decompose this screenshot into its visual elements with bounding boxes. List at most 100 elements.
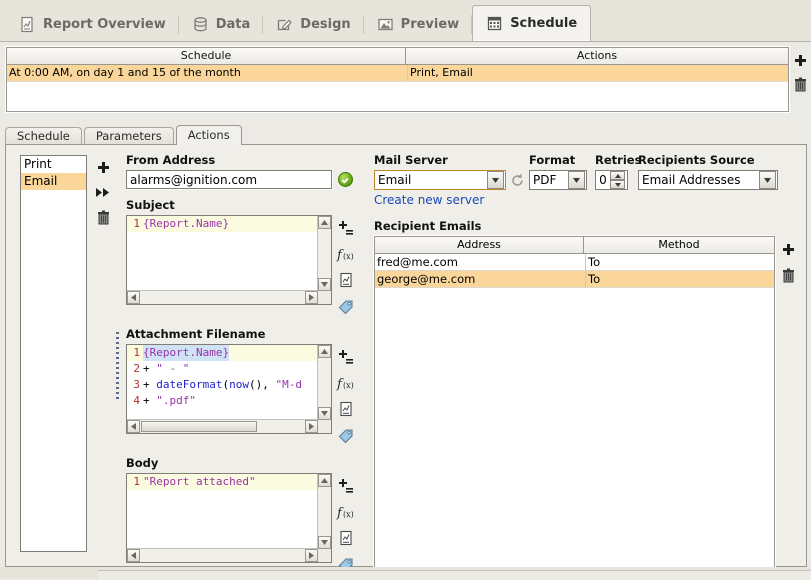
column-header-address[interactable]: Address xyxy=(375,237,584,253)
code-line: 3+ dateFormat(now(), "M-d xyxy=(127,377,318,393)
stepper-down-icon[interactable] xyxy=(610,180,625,189)
scroll-right-arrow-icon[interactable] xyxy=(305,420,318,433)
action-list[interactable]: Print Email xyxy=(20,155,87,552)
tab-data[interactable]: Data xyxy=(179,8,264,41)
attachment-filename-editor-text[interactable]: 1{Report.Name} 2+ " - " 3+ dateFormat(no… xyxy=(127,345,318,420)
subject-editor-text[interactable]: 1{Report.Name} xyxy=(127,216,318,291)
function-icon[interactable]: f(x) xyxy=(335,370,357,396)
code-token: + xyxy=(143,393,156,409)
scroll-left-arrow-icon[interactable] xyxy=(127,420,140,433)
insert-property-icon[interactable] xyxy=(335,344,357,370)
tab-label: Design xyxy=(300,17,350,32)
delivery-settings-column: Mail Server Email Create new server xyxy=(374,153,798,568)
recipients-source-label: Recipients Source xyxy=(638,153,780,167)
scroll-left-arrow-icon[interactable] xyxy=(127,291,140,304)
mail-server-select[interactable]: Email xyxy=(374,170,506,190)
expression-icon[interactable] xyxy=(335,267,357,293)
expression-icon[interactable] xyxy=(335,525,357,551)
retries-stepper[interactable]: 0 xyxy=(595,170,628,190)
code-line: 1"Report attached" xyxy=(127,474,318,490)
tab-report-overview[interactable]: Report Overview xyxy=(6,8,179,41)
subject-editor[interactable]: 1{Report.Name} xyxy=(126,215,332,305)
subject-vertical-scrollbar[interactable] xyxy=(317,216,331,291)
attachment-horizontal-scrollbar[interactable] xyxy=(127,419,318,433)
refresh-icon[interactable] xyxy=(510,173,525,188)
actions-panel: Print Email From Address alarms@ignition… xyxy=(5,144,807,567)
from-address-input[interactable]: alarms@ignition.com xyxy=(126,170,332,189)
from-address-label: From Address xyxy=(126,153,358,167)
scroll-right-arrow-icon[interactable] xyxy=(305,291,318,304)
expression-icon[interactable] xyxy=(335,396,357,422)
code-line: 2+ " - " xyxy=(127,361,318,377)
move-action-button[interactable] xyxy=(92,180,114,205)
function-icon[interactable]: f(x) xyxy=(335,499,357,525)
recipients-source-select[interactable]: Email Addresses xyxy=(638,170,778,190)
scroll-right-arrow-icon[interactable] xyxy=(305,549,318,562)
schedule-table[interactable]: Schedule Actions At 0:00 AM, on day 1 an… xyxy=(6,47,789,112)
attachment-vertical-scrollbar[interactable] xyxy=(317,345,331,420)
tab-design[interactable]: Design xyxy=(263,8,363,41)
body-editor[interactable]: 1"Report attached" xyxy=(126,473,332,563)
column-header-actions[interactable]: Actions xyxy=(406,48,788,64)
recipient-emails-table[interactable]: Address Method fred@me.com To george@me.… xyxy=(374,236,775,568)
delete-schedule-button[interactable] xyxy=(791,72,809,96)
scroll-left-arrow-icon[interactable] xyxy=(127,549,140,562)
table-row[interactable]: fred@me.com To xyxy=(375,254,774,271)
body-horizontal-scrollbar[interactable] xyxy=(127,548,318,562)
delete-recipient-button[interactable] xyxy=(778,262,798,288)
add-schedule-button[interactable] xyxy=(791,48,809,72)
tab-schedule[interactable]: Schedule xyxy=(472,5,591,41)
format-select[interactable]: PDF xyxy=(529,170,587,190)
function-icon[interactable]: f(x) xyxy=(335,241,357,267)
stepper-up-icon[interactable] xyxy=(610,171,625,180)
schedule-table-toolbar xyxy=(791,48,809,96)
body-label: Body xyxy=(126,456,358,470)
main-tab-bar: Report Overview Data Design xyxy=(0,0,811,42)
table-row[interactable]: At 0:00 AM, on day 1 and 15 of the month… xyxy=(7,65,788,82)
body-editor-text[interactable]: 1"Report attached" xyxy=(127,474,318,549)
subject-horizontal-scrollbar[interactable] xyxy=(127,290,318,304)
column-header-schedule[interactable]: Schedule xyxy=(7,48,406,64)
panel-splitter-handle[interactable] xyxy=(116,332,119,400)
tag-icon[interactable] xyxy=(335,422,357,448)
scroll-down-arrow-icon[interactable] xyxy=(318,536,331,549)
mail-server-label: Mail Server xyxy=(374,153,529,167)
line-number: 4 xyxy=(127,393,143,409)
add-recipient-button[interactable] xyxy=(778,236,798,262)
horizontal-scroll-thumb[interactable] xyxy=(141,421,257,432)
subject-editor-tools: f(x) xyxy=(335,215,357,319)
body-vertical-scrollbar[interactable] xyxy=(317,474,331,549)
insert-property-icon[interactable] xyxy=(335,473,357,499)
line-number: 1 xyxy=(127,474,143,490)
insert-property-icon[interactable] xyxy=(335,215,357,241)
scroll-up-arrow-icon[interactable] xyxy=(318,216,331,229)
list-item[interactable]: Email xyxy=(21,173,86,190)
chevron-down-icon[interactable] xyxy=(568,171,585,189)
scroll-down-arrow-icon[interactable] xyxy=(318,407,331,420)
code-token: "Report attached" xyxy=(143,474,256,490)
cell-method: To xyxy=(586,254,774,270)
scroll-up-arrow-icon[interactable] xyxy=(318,474,331,487)
recipient-emails-label: Recipient Emails xyxy=(374,219,798,233)
recipients-source-value: Email Addresses xyxy=(639,173,759,187)
scrollbar-corner xyxy=(318,291,331,304)
tab-schedule-sub[interactable]: Schedule xyxy=(5,127,82,145)
tab-parameters[interactable]: Parameters xyxy=(84,127,174,145)
delete-action-button[interactable] xyxy=(92,205,114,230)
scroll-up-arrow-icon[interactable] xyxy=(318,345,331,358)
create-new-server-link[interactable]: Create new server xyxy=(374,193,484,207)
tab-preview[interactable]: Preview xyxy=(364,8,473,41)
cell-actions: Print, Email xyxy=(408,65,788,81)
chevron-down-icon[interactable] xyxy=(487,171,504,189)
tab-actions[interactable]: Actions xyxy=(176,125,242,145)
chevron-down-icon[interactable] xyxy=(759,171,776,189)
table-row[interactable]: george@me.com To xyxy=(375,271,774,288)
add-action-button[interactable] xyxy=(92,155,114,180)
list-item[interactable]: Print xyxy=(21,156,86,173)
window-bottom-strip xyxy=(0,567,811,579)
code-token: + xyxy=(143,377,156,393)
tag-icon[interactable] xyxy=(335,293,357,319)
column-header-method[interactable]: Method xyxy=(584,237,774,253)
attachment-filename-editor[interactable]: 1{Report.Name} 2+ " - " 3+ dateFormat(no… xyxy=(126,344,332,434)
scroll-down-arrow-icon[interactable] xyxy=(318,278,331,291)
